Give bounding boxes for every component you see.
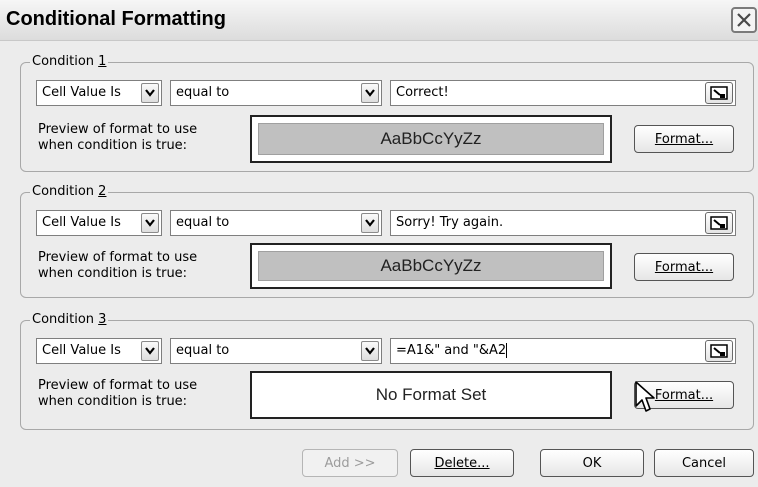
condition-2-format-button[interactable]: Format... <box>634 253 734 281</box>
delete-button-label: Delete... <box>434 455 490 471</box>
condition-1-type-value: Cell Value Is <box>42 85 121 100</box>
condition-2-formula-field[interactable]: Sorry! Try again. <box>390 210 736 236</box>
chevron-down-icon[interactable] <box>141 83 159 103</box>
condition-2-operator-dropdown[interactable]: equal to <box>170 210 382 236</box>
condition-3-preview-label: Preview of format to use when condition … <box>38 378 198 409</box>
format-button-label: Format... <box>654 387 714 403</box>
dialog-title: Conditional Formatting <box>6 8 226 30</box>
ok-button-label: OK <box>582 455 602 471</box>
chevron-down-icon[interactable] <box>361 341 379 361</box>
condition-1-formula-value: Correct! <box>396 85 449 100</box>
condition-3-formula-value: =A1&" and "&A2 <box>396 343 507 358</box>
condition-1-legend: Condition 1 <box>30 54 109 70</box>
delete-button[interactable]: Delete... <box>410 449 514 477</box>
add-button-label: Add >> <box>324 455 376 471</box>
cancel-button-label: Cancel <box>681 455 727 471</box>
condition-2-type-dropdown[interactable]: Cell Value Is <box>36 210 162 236</box>
chevron-down-icon[interactable] <box>141 213 159 233</box>
condition-2-format-preview: AaBbCcYyZz <box>250 243 612 289</box>
collapse-dialog-icon[interactable] <box>705 340 733 362</box>
condition-2-preview-text: AaBbCcYyZz <box>380 256 482 275</box>
condition-3-operator-dropdown[interactable]: equal to <box>170 338 382 364</box>
chevron-down-icon[interactable] <box>361 83 379 103</box>
condition-2-legend: Condition 2 <box>30 184 109 200</box>
close-icon <box>737 13 751 27</box>
condition-3-legend: Condition 3 <box>30 312 109 328</box>
condition-2-formula-value: Sorry! Try again. <box>396 215 504 230</box>
cancel-button[interactable]: Cancel <box>654 449 754 477</box>
close-button[interactable] <box>731 7 757 33</box>
condition-3-type-dropdown[interactable]: Cell Value Is <box>36 338 162 364</box>
dialog-titlebar: Conditional Formatting <box>0 0 758 41</box>
condition-2-operator-value: equal to <box>176 215 230 230</box>
condition-1-preview-label: Preview of format to use when condition … <box>38 122 198 153</box>
condition-1-format-button[interactable]: Format... <box>634 125 734 153</box>
condition-2-preview-label: Preview of format to use when condition … <box>38 250 198 281</box>
condition-3-formula-field[interactable]: =A1&" and "&A2 <box>390 338 736 364</box>
condition-1-operator-value: equal to <box>176 85 230 100</box>
format-button-label: Format... <box>654 259 714 275</box>
add-button[interactable]: Add >> <box>302 449 398 477</box>
condition-3-preview-text: No Format Set <box>375 385 487 404</box>
format-button-label: Format... <box>654 131 714 147</box>
ok-button[interactable]: OK <box>540 449 644 477</box>
text-caret <box>506 343 508 358</box>
condition-3-format-preview: No Format Set <box>250 371 612 419</box>
condition-1-operator-dropdown[interactable]: equal to <box>170 80 382 106</box>
condition-1-type-dropdown[interactable]: Cell Value Is <box>36 80 162 106</box>
condition-1-preview-text: AaBbCcYyZz <box>380 129 482 148</box>
condition-1-formula-field[interactable]: Correct! <box>390 80 736 106</box>
condition-1-format-preview: AaBbCcYyZz <box>250 115 612 163</box>
chevron-down-icon[interactable] <box>141 341 159 361</box>
mouse-pointer-icon <box>635 381 655 412</box>
condition-3-operator-value: equal to <box>176 343 230 358</box>
chevron-down-icon[interactable] <box>361 213 379 233</box>
condition-3-type-value: Cell Value Is <box>42 343 121 358</box>
collapse-dialog-icon[interactable] <box>705 212 733 234</box>
collapse-dialog-icon[interactable] <box>705 82 733 104</box>
condition-2-type-value: Cell Value Is <box>42 215 121 230</box>
